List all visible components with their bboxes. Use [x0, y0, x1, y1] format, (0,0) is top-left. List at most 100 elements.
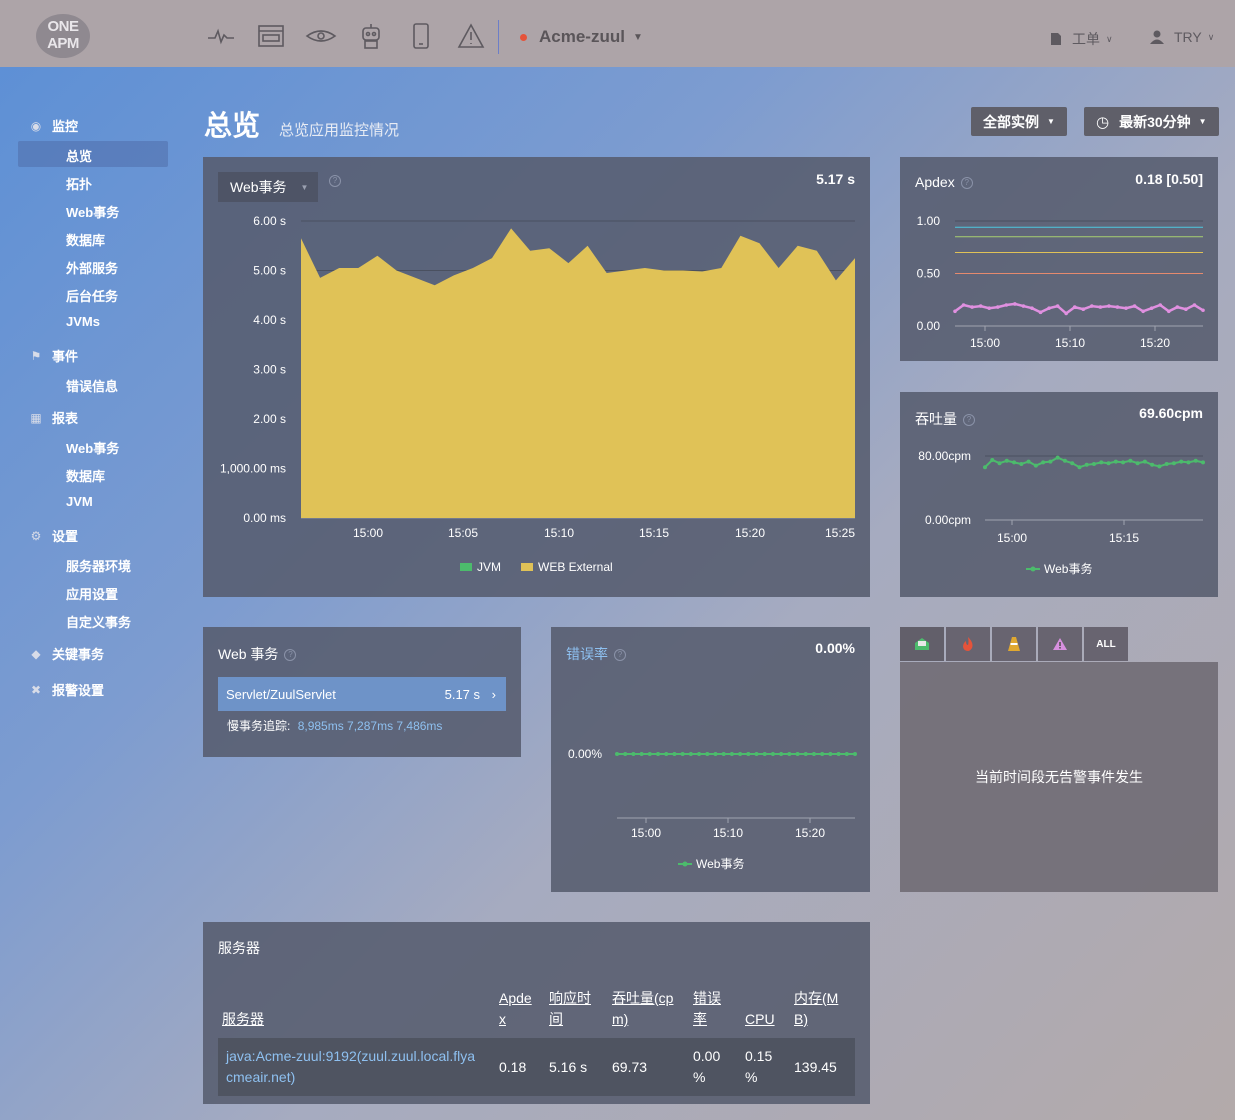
web-tx-row[interactable]: Servlet/ZuulServlet 5.17 s ›	[218, 677, 506, 711]
sidebar-section-settings[interactable]: ⚙ 设置	[28, 526, 78, 545]
legend-item-web-external[interactable]: WEB External	[521, 560, 613, 574]
instances-dropdown[interactable]: 全部实例 ▼	[971, 107, 1067, 136]
mobile-icon[interactable]	[396, 20, 446, 52]
sidebar-section-monitor[interactable]: ◉ 监控	[28, 116, 78, 135]
page-subtitle: 总览应用监控情况	[279, 122, 400, 139]
legend-item-web-tx[interactable]: Web事务	[678, 855, 744, 872]
user-menu[interactable]: TRY ∨	[1150, 29, 1214, 45]
sidebar-item-report-db[interactable]: 数据库	[66, 466, 105, 485]
error-rate-point	[820, 752, 825, 756]
tab-warning[interactable]	[992, 627, 1036, 661]
error-rate-point	[639, 752, 644, 756]
error-rate-point	[795, 752, 800, 756]
column-header-throughput[interactable]: 吞吐量(cp m)	[608, 982, 689, 1038]
slow-tx-links[interactable]: 8,985ms 7,287ms 7,486ms	[298, 719, 443, 733]
time-range-label: 最新30分钟	[1119, 113, 1191, 130]
sidebar-item-topology[interactable]: 拓扑	[66, 174, 92, 193]
y-tick-label: 1.00	[917, 214, 941, 228]
column-header-apdex[interactable]: Apde x	[495, 982, 545, 1038]
sidebar-item-server-env[interactable]: 服务器环境	[66, 556, 131, 575]
column-header-response[interactable]: 响应时 间	[545, 982, 608, 1038]
sidebar-section-events[interactable]: ⚑ 事件	[28, 346, 78, 365]
y-tick-label: 4.00 s	[253, 313, 286, 327]
alert-tabs: ALL	[900, 627, 1130, 661]
sidebar-item-jvms[interactable]: JVMs	[66, 314, 100, 329]
ticket-menu[interactable]: 工单 ∨	[1050, 29, 1113, 49]
table-header-row: 服务器 Apde x 响应时 间 吞吐量(cp m) 错误 率 CPU 内存(M…	[218, 982, 855, 1038]
throughput-point	[1019, 462, 1024, 466]
throughput-point	[1077, 465, 1082, 470]
apdex-point	[1038, 310, 1043, 315]
column-header-error[interactable]: 错误 率	[689, 982, 741, 1038]
y-tick-label: 80.00cpm	[918, 449, 971, 463]
warning-icon	[1053, 638, 1067, 650]
sidebar-item-report-jvm[interactable]: JVM	[66, 494, 93, 509]
app-selector[interactable]: Acme-zuul ▼	[520, 27, 643, 47]
apdex-point	[1192, 303, 1197, 307]
server-panel-title: 服务器	[218, 940, 260, 956]
tab-all[interactable]: ALL	[1084, 627, 1128, 661]
error-rate-point	[664, 752, 669, 756]
apdex-point	[1098, 305, 1103, 309]
browser-icon[interactable]	[246, 20, 296, 52]
sidebar-item-overview[interactable]: 总览	[66, 146, 92, 165]
table-icon: ▦	[30, 410, 42, 425]
apdex-point	[1030, 306, 1034, 310]
apdex-point	[1090, 304, 1094, 308]
alerts-empty-message: 当前时间段无告警事件发生	[975, 769, 1143, 785]
x-tick-label: 15:00	[353, 526, 383, 540]
apdex-line-chart: 1.00 0.50 0.00 15:00 15:10 15:20	[917, 214, 1205, 350]
sidebar-item-report-web[interactable]: Web事务	[66, 438, 119, 457]
oneapm-logo[interactable]: ONE APM	[36, 14, 90, 58]
sidebar-item-web-tx[interactable]: Web事务	[66, 202, 119, 221]
apdex-point	[1201, 308, 1205, 313]
alert-icon[interactable]	[446, 20, 496, 52]
chevron-down-icon: ∨	[1207, 31, 1215, 42]
legend-item-jvm[interactable]: JVM	[460, 560, 501, 574]
sidebar-item-errors[interactable]: 错误信息	[66, 376, 118, 395]
y-tick-label: 0.00%	[568, 747, 602, 761]
clock-icon: ◷	[1096, 113, 1110, 131]
legend-swatch	[460, 563, 472, 571]
sidebar-section-alert-settings[interactable]: ✖ 报警设置	[28, 680, 104, 699]
apdex-point	[1149, 306, 1154, 310]
throughput-point	[1150, 462, 1155, 467]
ticket-label: 工单	[1072, 31, 1100, 47]
error-rate-point	[623, 752, 628, 756]
legend-item-web-tx[interactable]: Web事务	[1026, 560, 1092, 577]
apdex-point	[1115, 305, 1120, 309]
sidebar-section-reports[interactable]: ▦ 报表	[28, 408, 78, 427]
sidebar-item-external[interactable]: 外部服务	[66, 258, 118, 277]
sidebar-item-app-settings[interactable]: 应用设置	[66, 584, 118, 603]
eye-icon[interactable]	[296, 20, 346, 52]
tab-critical[interactable]	[946, 627, 990, 661]
time-range-dropdown[interactable]: ◷ 最新30分钟 ▼	[1084, 107, 1219, 136]
cell-error-text: 0.00 %	[693, 1048, 721, 1085]
sidebar-item-database[interactable]: 数据库	[66, 230, 105, 249]
nav-divider	[498, 20, 499, 54]
sidebar-item-background[interactable]: 后台任务	[66, 286, 118, 305]
server-name-link[interactable]: java:Acme-zuul:9192(zuul.zuul.local.flya…	[218, 1038, 495, 1096]
column-header-server[interactable]: 服务器	[218, 982, 495, 1038]
robot-icon[interactable]	[346, 20, 396, 52]
throughput-point	[1106, 461, 1111, 466]
pulse-icon[interactable]	[196, 20, 246, 52]
apdex-point	[1175, 305, 1180, 309]
apdex-point	[961, 303, 966, 307]
logo-line-1: ONE	[47, 18, 79, 35]
column-header-cpu[interactable]: CPU	[741, 982, 790, 1038]
cell-memory: 139.45	[790, 1038, 855, 1096]
y-tick-label: 2.00 s	[253, 412, 286, 426]
column-header-memory[interactable]: 内存(M B)	[790, 982, 855, 1038]
error-rate-point	[770, 752, 775, 756]
sidebar-item-custom-tx[interactable]: 自定义事务	[66, 612, 131, 631]
error-rate-point	[779, 752, 784, 756]
tab-alert[interactable]	[1038, 627, 1082, 661]
sidebar-section-key-tx[interactable]: ◆ 关键事务	[28, 644, 104, 663]
x-tick-label: 15:10	[1055, 336, 1085, 350]
tab-inbox[interactable]	[900, 627, 944, 661]
x-tick-label: 15:00	[997, 531, 1027, 545]
help-icon[interactable]: ?	[284, 649, 297, 662]
chevron-right-icon: ›	[491, 686, 496, 702]
x-tick-label: 15:10	[544, 526, 574, 540]
